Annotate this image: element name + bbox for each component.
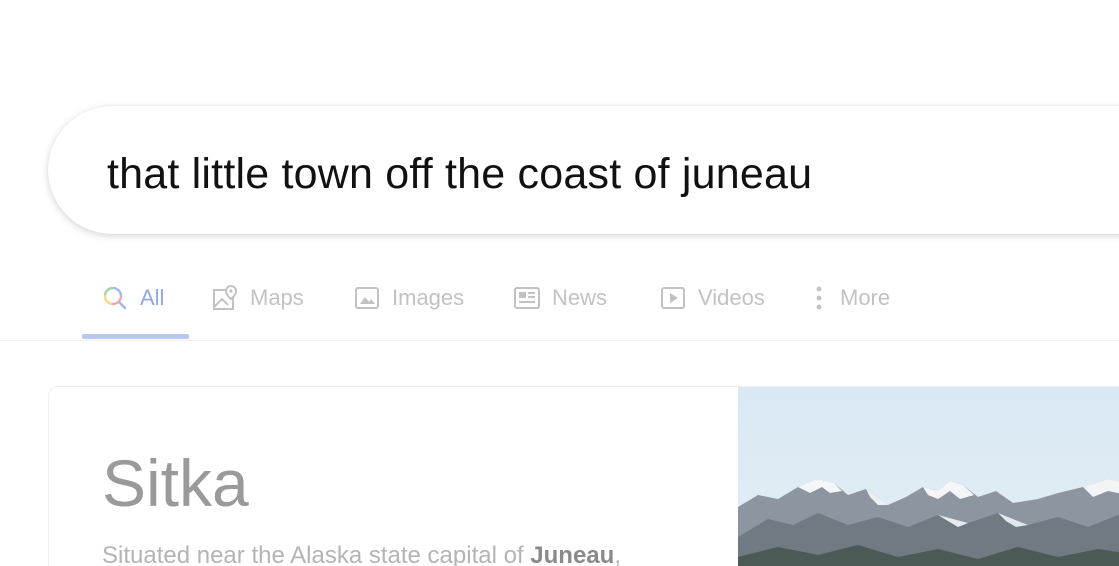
search-icon xyxy=(102,285,128,311)
knowledge-panel-description: Situated near the Alaska state capital o… xyxy=(102,541,621,566)
tab-images[interactable]: Images xyxy=(354,278,464,318)
search-results-page: that little town off the coast of juneau… xyxy=(0,0,1119,566)
search-box[interactable]: that little town off the coast of juneau xyxy=(48,106,1119,234)
search-query-text[interactable]: that little town off the coast of juneau xyxy=(107,148,812,200)
active-tab-indicator xyxy=(82,334,189,339)
description-prefix: Situated near the Alaska state capital o… xyxy=(102,542,531,566)
tab-all-label: All xyxy=(140,285,165,310)
description-suffix: , xyxy=(614,542,621,566)
tab-maps-label: Maps xyxy=(250,285,304,310)
tab-maps[interactable]: Maps xyxy=(212,278,304,318)
more-vertical-icon xyxy=(812,285,826,311)
news-icon xyxy=(514,285,540,311)
tab-news-label: News xyxy=(552,285,608,310)
tab-news[interactable]: News xyxy=(514,278,607,318)
tab-videos-label: Videos xyxy=(698,285,765,310)
tab-all[interactable]: All xyxy=(102,278,164,318)
map-pin-icon xyxy=(212,285,238,311)
knowledge-panel-title[interactable]: Sitka xyxy=(102,445,249,521)
tab-videos[interactable]: Videos xyxy=(660,278,765,318)
tab-more[interactable]: More xyxy=(812,278,890,318)
description-bold-term: Juneau xyxy=(530,542,615,566)
search-tabs: All Maps Images News Videos More xyxy=(82,278,1119,340)
play-icon xyxy=(660,285,686,311)
tab-more-label: More xyxy=(840,285,891,310)
knowledge-panel: Sitka Situated near the Alaska state cap… xyxy=(48,386,1119,566)
tab-images-label: Images xyxy=(392,285,465,310)
image-icon xyxy=(354,285,380,311)
mountains-image[interactable] xyxy=(738,387,1119,566)
tabs-divider xyxy=(0,340,1119,341)
